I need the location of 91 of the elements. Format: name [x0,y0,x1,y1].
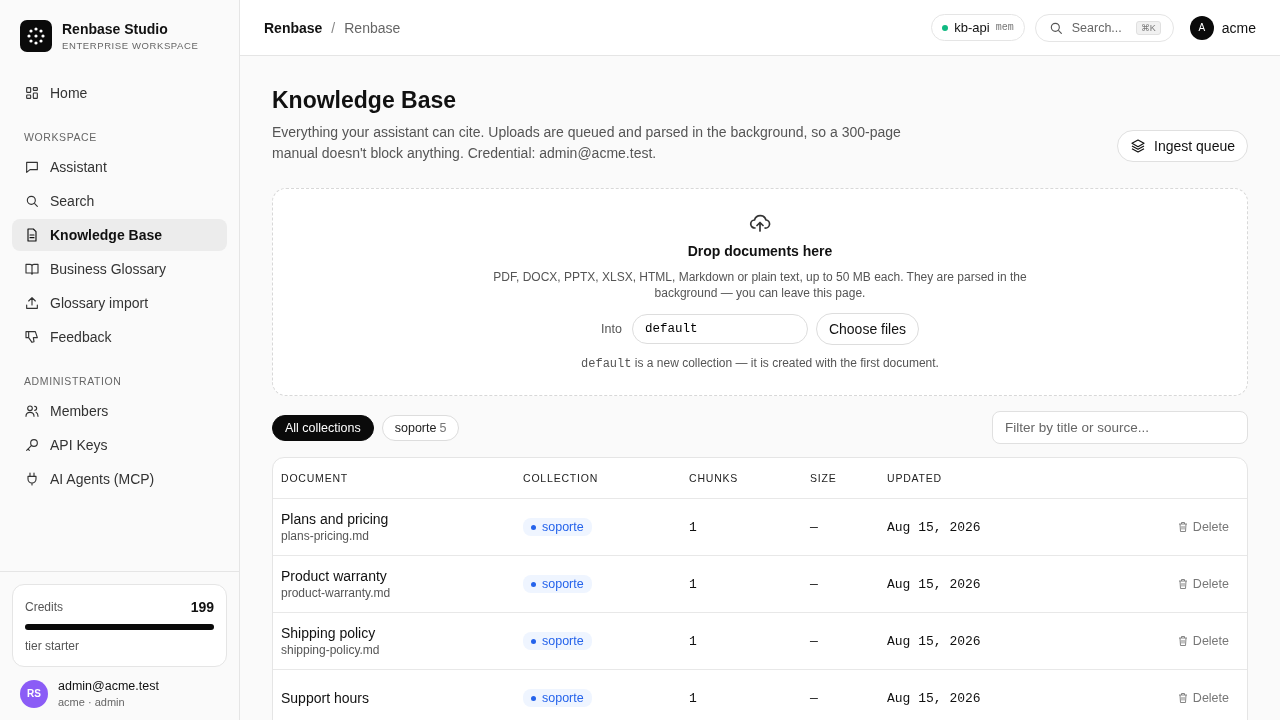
column-header: SIZE [810,472,838,484]
nav-item[interactable]: Home [12,77,227,109]
updated-cell-text: Aug 15, 2026 [887,633,982,649]
document-source: plans-pricing.md [281,529,371,543]
chunks-cell-text: 1 [689,519,698,535]
section-heading: WORKSPACE [23,130,98,145]
account-avatar[interactable]: A [1189,15,1214,40]
collection-tag: soporte [523,689,592,708]
trash-icon [1176,578,1189,590]
user-email: admin@acme.test [58,679,159,693]
breadcrumb-separator: / [331,19,336,36]
plug-icon [24,471,40,487]
brand-subtitle: ENTERPRISE WORKSPACE [62,40,199,51]
collection-tag: soporte [523,575,592,594]
key-icon [24,437,40,453]
size-cell-text: — [810,576,819,592]
collection-tag: soporte [523,518,592,537]
document-title: Plans and pricing [281,511,390,527]
dropzone-hint: PDF, DOCX, PPTX, XLSX, HTML, Markdown or plain text, up to 50 MB each. They are parsed in the background — you can leave this page. [492,269,1028,301]
users-icon [24,403,40,419]
chunks-cell-text: 1 [689,633,698,649]
size-cell-text: — [810,633,819,649]
nav-item[interactable]: Members [12,395,227,427]
collection-chip[interactable]: soporte 5 [381,414,460,441]
updated-cell-text: Aug 15, 2026 [887,576,982,592]
service-tag: mem [995,22,1014,33]
document-source: product-warranty.md [281,586,392,600]
breadcrumb-link[interactable]: Renbase [264,19,323,36]
trash-icon [1176,692,1189,704]
breadcrumb-link[interactable]: Renbase [344,19,401,36]
dropzone[interactable] [272,188,1248,396]
user-role: acme · admin [58,696,126,708]
credits-label: Credits [25,600,63,614]
user-avatar: RS [20,679,48,708]
collection-tag: soporte [523,632,592,651]
upload-icon [24,295,40,311]
delete-button[interactable]: Delete [1176,520,1229,534]
document-title: Product warranty [281,568,388,584]
delete-button[interactable]: Delete [1176,577,1229,591]
nav-item[interactable]: Search [12,185,227,217]
shortcut-hint: ⌘K [1135,20,1161,35]
nav-item[interactable]: Knowledge Base [12,219,227,251]
size-cell-text: — [810,519,819,535]
column-header: CHUNKS [689,472,740,484]
into-label: Into [601,322,622,336]
search-icon [24,193,40,209]
service-name: kb-api [954,20,990,35]
choose-files-button[interactable]: Choose files [815,313,919,345]
page-title: Knowledge Base [272,87,458,114]
column-header: DOCUMENT [281,472,350,484]
ingest-queue-button[interactable]: Ingest queue [1117,130,1248,162]
layers-icon [1130,138,1147,154]
collection-name: default [581,357,632,371]
search-input[interactable]: Search... [1069,19,1130,36]
thumbdown-icon [24,329,40,345]
nav-item[interactable]: Business Glossary [12,253,227,285]
trash-icon [1176,635,1189,647]
filter-field[interactable]: Filter by title or source... [992,411,1248,444]
column-header: UPDATED [887,472,943,484]
size-cell-text: — [810,690,819,706]
delete-button[interactable]: Delete [1176,691,1229,705]
brand-name: Renbase Studio [62,21,169,37]
collection-chip[interactable]: All collections [272,414,374,441]
delete-button[interactable]: Delete [1176,634,1229,648]
trash-icon [1176,521,1189,533]
updated-cell-text: Aug 15, 2026 [887,690,982,706]
account-name: acme [1221,19,1256,36]
collection-field[interactable]: default [631,314,808,344]
nav-item[interactable]: Assistant [12,151,227,183]
book-icon [24,261,40,277]
collection-note: is a new collection — it is created with the first document. [634,356,939,370]
nav-item[interactable]: AI Agents (MCP) [12,463,227,495]
tier-label: tier starter [25,639,79,653]
column-header: COLLECTION [523,472,600,484]
page-description: Everything your assistant can cite. Uploads are queued and parsed in the background, so a 300-page manual doesn't block anything. Credential: admin@acme.test. [272,123,902,163]
document-title: Support hours [281,690,370,706]
chunks-cell-text: 1 [689,690,698,706]
nav-item[interactable]: Feedback [12,321,227,353]
doc-icon [24,227,40,243]
chunks-cell-text: 1 [689,576,698,592]
nav-item[interactable]: Glossary import [12,287,227,319]
logo-icon [20,20,52,52]
credits-value: 199 [190,599,214,615]
nav-item[interactable]: API Keys [12,429,227,461]
document-title: Shipping policy [281,625,377,641]
grid-icon [24,85,40,101]
document-source: shipping-policy.md [281,643,381,657]
updated-cell-text: Aug 15, 2026 [887,519,982,535]
section-heading: ADMINISTRATION [23,374,123,389]
dropzone-title: Drop documents here [687,243,833,259]
chat-icon [24,159,40,175]
